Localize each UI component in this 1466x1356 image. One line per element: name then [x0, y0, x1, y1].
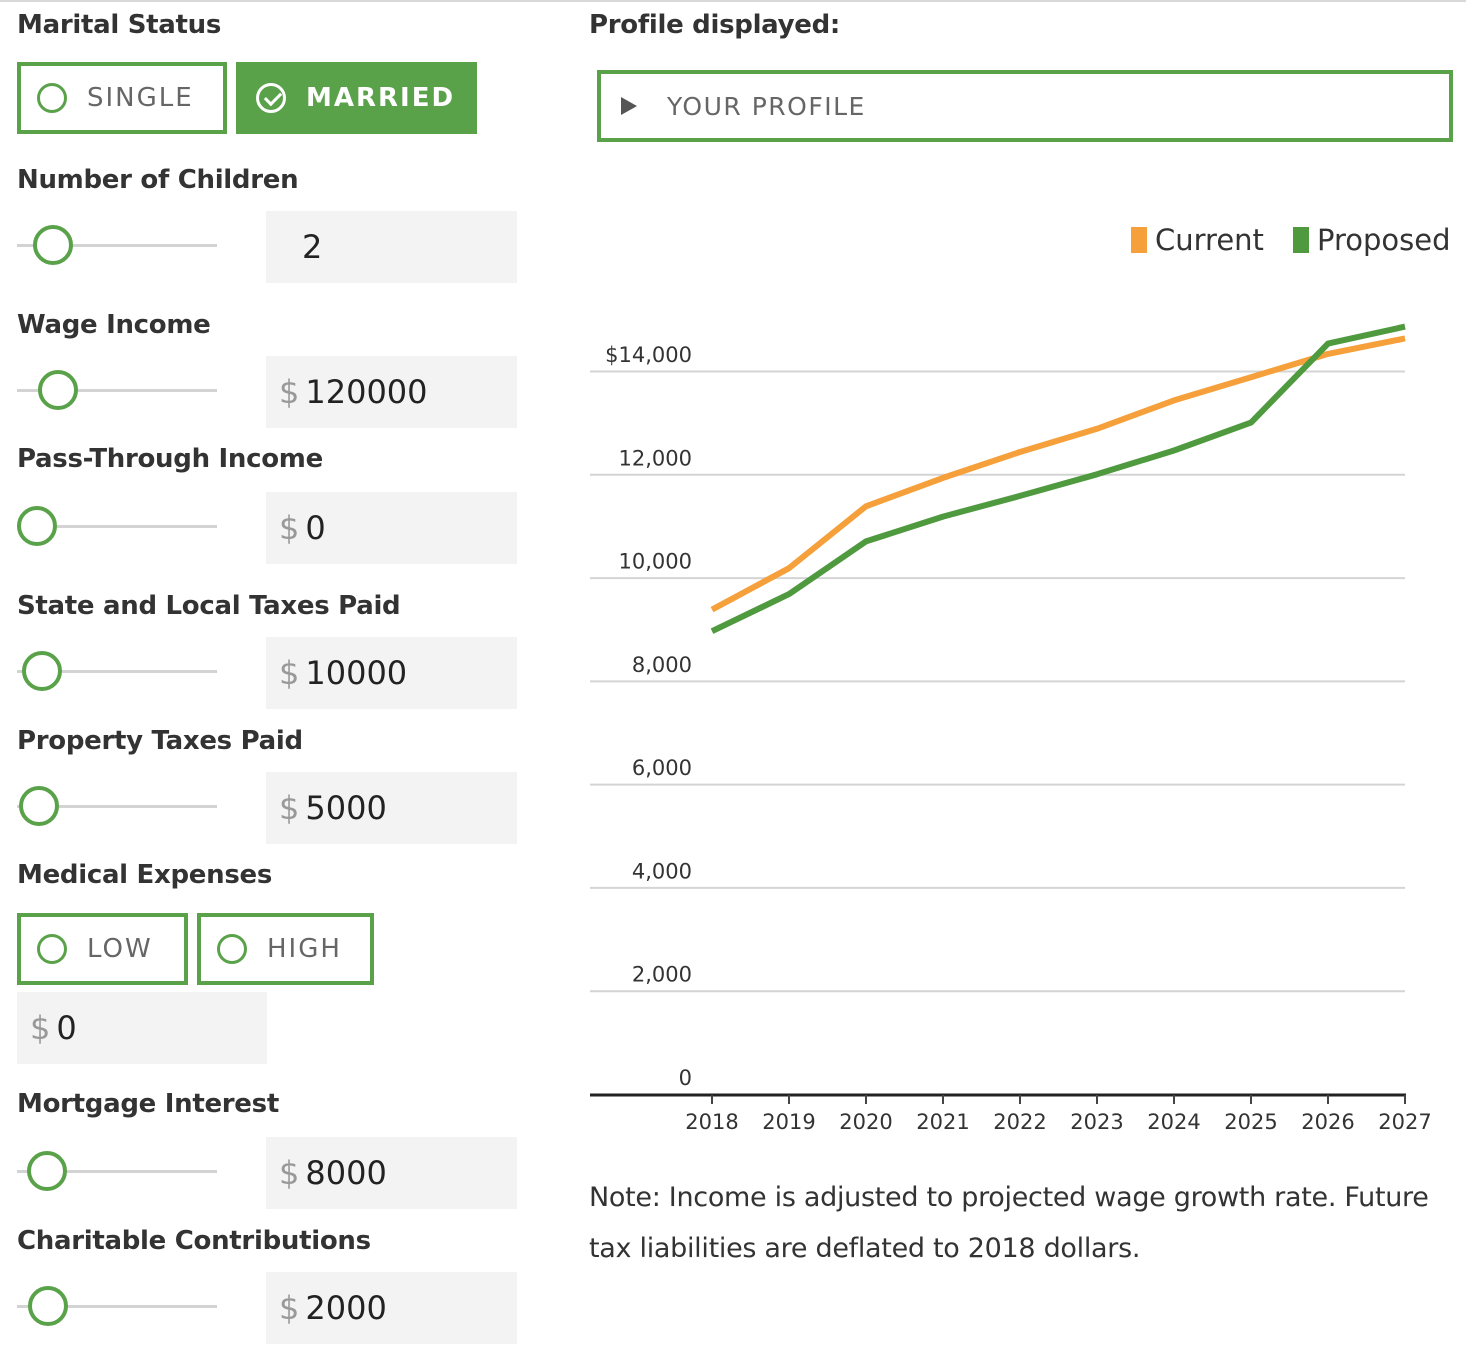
- x-tick-label: 2025: [1224, 1110, 1277, 1134]
- low-label: LOW: [87, 934, 153, 964]
- high-label: HIGH: [267, 934, 342, 964]
- children-input[interactable]: 2: [266, 211, 517, 283]
- pass-through-slider[interactable]: [17, 504, 217, 548]
- charitable-value: 2000: [305, 1289, 387, 1327]
- x-tick-label: 2024: [1147, 1110, 1200, 1134]
- children-slider[interactable]: [17, 223, 217, 267]
- salt-label: State and Local Taxes Paid: [17, 591, 401, 621]
- slider-thumb[interactable]: [21, 651, 62, 691]
- x-tick-label: 2021: [916, 1110, 969, 1134]
- low-button[interactable]: LOW: [17, 913, 188, 985]
- pass-through-label: Pass-Through Income: [17, 444, 323, 474]
- radio-circle-icon: [37, 83, 67, 113]
- tax-liability-chart: 0 2,000 4,000 6,000 8,000 10,000 12,000 $14,000…: [590, 323, 1432, 1134]
- marital-status-label: Marital Status: [17, 10, 222, 40]
- property-tax-slider[interactable]: [17, 784, 217, 828]
- legend-current-label: Current: [1155, 223, 1264, 257]
- children-value: 2: [302, 228, 323, 266]
- legend-proposed-label: Proposed: [1317, 223, 1451, 257]
- children-label: Number of Children: [17, 165, 299, 195]
- property-tax-label: Property Taxes Paid: [17, 726, 303, 756]
- wage-income-value: 120000: [305, 373, 428, 411]
- x-tick-label: 2020: [839, 1110, 892, 1134]
- wage-income-slider[interactable]: [17, 368, 217, 412]
- dollar-sign: $: [279, 654, 300, 692]
- dollar-sign: $: [279, 373, 300, 411]
- legend-swatch-proposed: [1293, 227, 1309, 253]
- single-button[interactable]: SINGLE: [17, 62, 227, 134]
- slider-thumb[interactable]: [33, 225, 73, 265]
- salt-input[interactable]: $ 10000: [266, 637, 517, 709]
- pass-through-value: 0: [305, 509, 326, 547]
- x-tick-label: 2019: [762, 1110, 815, 1134]
- high-button[interactable]: HIGH: [197, 913, 374, 985]
- mortgage-interest-value: 8000: [305, 1154, 387, 1192]
- radio-circle-icon: [217, 934, 247, 964]
- y-tick-label: 12,000: [619, 446, 692, 470]
- dollar-sign: $: [279, 1154, 300, 1192]
- mortgage-interest-input[interactable]: $ 8000: [266, 1137, 517, 1209]
- medical-expenses-input[interactable]: $ 0: [17, 992, 267, 1064]
- check-circle-icon: [256, 83, 286, 113]
- slider-thumb[interactable]: [37, 370, 78, 410]
- slider-thumb[interactable]: [18, 786, 59, 826]
- charitable-slider[interactable]: [17, 1284, 217, 1328]
- dollar-sign: $: [279, 1289, 300, 1327]
- charitable-label: Charitable Contributions: [17, 1226, 371, 1256]
- y-tick-label: $14,000: [605, 343, 692, 367]
- slider-thumb[interactable]: [28, 1286, 69, 1326]
- salt-slider[interactable]: [17, 649, 217, 693]
- y-tick-label: 10,000: [619, 550, 692, 574]
- dollar-sign: $: [279, 509, 300, 547]
- charitable-input[interactable]: $ 2000: [266, 1272, 517, 1344]
- dollar-sign: $: [279, 789, 300, 827]
- medical-expenses-label: Medical Expenses: [17, 860, 273, 890]
- x-tick-label: 2018: [685, 1110, 738, 1134]
- mortgage-interest-label: Mortgage Interest: [17, 1089, 279, 1119]
- single-label: SINGLE: [87, 83, 194, 113]
- pass-through-input[interactable]: $ 0: [266, 492, 517, 564]
- series-line-current: [710, 335, 1406, 613]
- married-button[interactable]: MARRIED: [236, 62, 477, 134]
- wage-income-input[interactable]: $ 120000: [266, 356, 517, 428]
- married-label: MARRIED: [306, 83, 456, 113]
- y-tick-label: 6,000: [632, 756, 692, 780]
- triangle-right-icon: [621, 97, 637, 115]
- medical-expenses-value: 0: [56, 1009, 77, 1047]
- property-tax-input[interactable]: $ 5000: [266, 772, 517, 844]
- chart-note: Note: Income is adjusted to projected wa…: [589, 1182, 1429, 1264]
- slider-thumb[interactable]: [17, 506, 57, 546]
- radio-circle-icon: [37, 934, 67, 964]
- y-tick-label: 0: [679, 1066, 692, 1090]
- dollar-sign: $: [30, 1009, 51, 1047]
- property-tax-value: 5000: [305, 789, 387, 827]
- wage-income-label: Wage Income: [17, 310, 211, 340]
- slider-thumb[interactable]: [26, 1151, 67, 1191]
- legend-proposed: Proposed: [1293, 223, 1451, 257]
- x-tick-label: 2023: [1070, 1110, 1123, 1134]
- profile-displayed-label: Profile displayed:: [589, 10, 841, 40]
- profile-selected: YOUR PROFILE: [667, 91, 866, 121]
- x-tick-label: 2022: [993, 1110, 1046, 1134]
- profile-dropdown[interactable]: YOUR PROFILE: [597, 70, 1453, 142]
- x-tick-label: 2026: [1301, 1110, 1354, 1134]
- y-tick-label: 4,000: [632, 859, 692, 883]
- legend-current: Current: [1131, 223, 1264, 257]
- legend-swatch-current: [1131, 227, 1147, 253]
- y-tick-label: 2,000: [632, 963, 692, 987]
- series-line-proposed: [710, 323, 1406, 634]
- mortgage-interest-slider[interactable]: [17, 1149, 217, 1193]
- y-tick-label: 8,000: [632, 653, 692, 677]
- salt-value: 10000: [305, 654, 408, 692]
- x-tick-label: 2027: [1378, 1110, 1431, 1134]
